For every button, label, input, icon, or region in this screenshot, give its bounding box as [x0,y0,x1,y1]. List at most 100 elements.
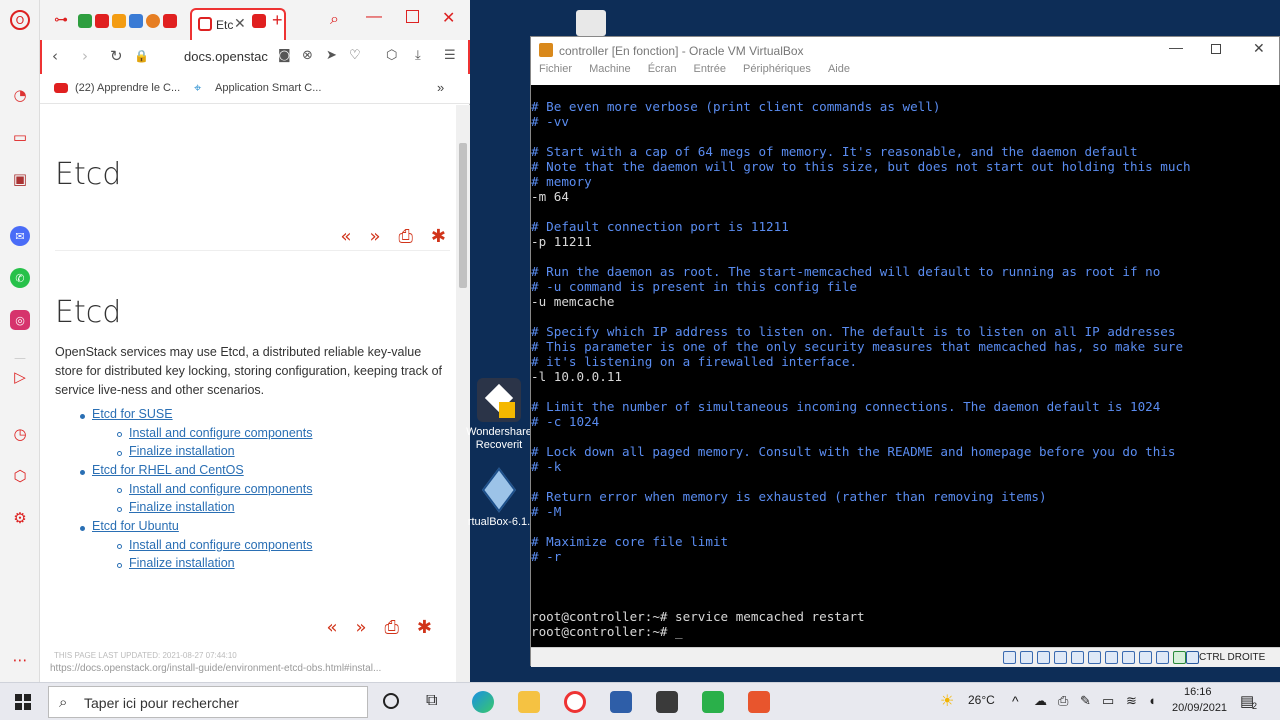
search-box[interactable]: ⌕ Taper ici pour rechercher [48,686,368,718]
toc-link-rhel-install[interactable]: Install and configure components [129,482,312,496]
menu-icon[interactable]: ☰ [444,48,456,64]
toc-link-suse-install[interactable]: Install and configure components [129,426,312,440]
pdf-icon[interactable]: ⎙ [399,226,413,247]
bug-report-icon[interactable]: ✱ [431,226,446,247]
tab-favicon-3[interactable] [112,14,126,28]
snapshot-icon[interactable]: ◙ [278,48,291,64]
clock-date[interactable]: 20/09/2021 [1172,702,1227,714]
volume-icon[interactable]: ◖ [1148,693,1156,708]
vbox-minimize-icon[interactable]: — [1169,39,1183,55]
scroll-thumb[interactable] [459,143,467,288]
bug-report-icon[interactable]: ✱ [417,617,432,638]
toc-link-ubuntu-install[interactable]: Install and configure components [129,538,312,552]
cloud-icon[interactable]: ☁ [1034,693,1047,709]
forward-icon[interactable]: › [82,48,88,64]
bookmarks-more[interactable]: » [437,80,444,95]
status-host-key-icon[interactable] [1186,651,1199,664]
virtualbox-taskbar-icon[interactable] [610,691,632,713]
extensions-icon[interactable]: ⬡ [10,466,30,486]
prev-page-icon[interactable]: « [326,617,337,638]
opera-taskbar-icon[interactable] [564,691,586,713]
tab-favicon-4[interactable] [129,14,143,28]
status-optical-icon[interactable] [1020,651,1033,664]
toc-link-rhel-finalize[interactable]: Finalize installation [129,500,235,514]
back-icon[interactable]: ‹ [52,48,58,64]
settings-icon[interactable]: ⚙ [10,508,30,528]
green-app-icon[interactable] [702,691,724,713]
desktop-file-icon[interactable] [576,10,606,36]
reload-icon[interactable]: ↻ [110,48,123,64]
toc-link-ubuntu[interactable]: Etcd for Ubuntu [92,519,179,533]
twitch-icon[interactable]: ▣ [10,169,30,189]
tab-favicon-6[interactable] [163,14,177,28]
address-field[interactable]: docs.openstac [184,49,268,64]
pdf-icon[interactable]: ⎙ [385,617,399,638]
menu-aide[interactable]: Aide [828,63,850,75]
desktop-icon-virtualbox[interactable]: rtualBox-6.1. [464,467,534,529]
clock-time[interactable]: 16:16 [1184,686,1212,698]
vm-taskbar-icon[interactable] [656,691,678,713]
status-display-icon[interactable] [1105,651,1118,664]
player-icon[interactable]: ▷ [10,367,30,387]
tab-close-icon[interactable]: ✕ [234,15,246,32]
bookmark-youtube[interactable]: (22) Apprendre le C... [75,82,180,94]
menu-ecran[interactable]: Écran [648,63,677,75]
tab-favicon-5[interactable] [146,14,160,28]
next-page-icon[interactable]: » [369,226,380,247]
vbox-close-icon[interactable]: ✕ [1253,40,1265,57]
status-mouse-icon[interactable] [1156,651,1169,664]
messenger-icon[interactable]: ✉ [10,226,30,246]
extension-cube-icon[interactable]: ⬡ [386,48,397,64]
adblock-icon[interactable]: ⊗ [302,48,313,64]
menu-fichier[interactable]: Fichier [539,63,572,75]
start-button[interactable] [15,694,31,710]
edge-icon[interactable] [472,691,494,713]
opera-logo-icon[interactable]: O [10,10,30,30]
gamepad-icon[interactable]: ⊶ [54,12,68,28]
status-audio-icon[interactable] [1037,651,1050,664]
download-icon[interactable]: ⤓ [415,48,421,64]
whatsapp-icon[interactable]: ✆ [10,268,30,288]
menu-peripheriques[interactable]: Périphériques [743,63,811,75]
tab-favicon-youtube[interactable] [95,14,109,28]
pen-icon[interactable]: ✎ [1080,693,1091,709]
orange-app-icon[interactable] [748,691,770,713]
toc-link-ubuntu-finalize[interactable]: Finalize installation [129,556,235,570]
instagram-icon[interactable]: ◎ [10,310,30,330]
toc-link-suse[interactable]: Etcd for SUSE [92,407,173,421]
menu-entree[interactable]: Entrée [694,63,726,75]
tab-favicon-youtube-2[interactable] [252,14,266,28]
status-usb-icon[interactable] [1071,651,1084,664]
heart-icon[interactable]: ♡ [349,48,361,64]
more-icon[interactable]: ⋯ [10,650,30,670]
cortana-icon[interactable] [383,693,399,709]
vbox-maximize-icon[interactable] [1211,44,1221,54]
speed-dial-icon[interactable]: ◔ [10,85,30,105]
meet-icon[interactable]: ⎙ [1058,693,1068,709]
status-hdd-icon[interactable] [1003,651,1016,664]
vm-console[interactable]: # Be even more verbose (print client com… [531,85,1280,647]
toc-link-rhel[interactable]: Etcd for RHEL and CentOS [92,463,244,477]
file-explorer-icon[interactable] [518,691,540,713]
desktop-icon-recoverit[interactable]: Wondershare Recoverit [464,378,534,452]
bookmark-smart[interactable]: Application Smart C... [215,82,321,94]
toc-link-suse-finalize[interactable]: Finalize installation [129,444,235,458]
status-shared-folder-icon[interactable] [1088,651,1101,664]
prev-page-icon[interactable]: « [340,226,351,247]
search-tabs-icon[interactable]: ⌕ [330,9,339,29]
tab-favicon-1[interactable] [78,14,92,28]
task-view-icon[interactable]: ⧉ [426,692,437,710]
wifi-icon[interactable]: ≋ [1126,693,1137,709]
menu-machine[interactable]: Machine [589,63,631,75]
status-vt-icon[interactable] [1139,651,1152,664]
battery-icon[interactable]: ▭ [1102,693,1114,709]
temperature[interactable]: 26°C [968,693,995,707]
show-hidden-icon[interactable]: ^ [1012,693,1019,709]
minimize-icon[interactable]: — [366,8,382,26]
close-window-icon[interactable]: ✕ [442,8,455,28]
status-network-icon[interactable] [1054,651,1067,664]
weather-icon[interactable]: ☀ [940,691,954,711]
history-icon[interactable]: ◷ [10,424,30,444]
status-keyboard-icon[interactable] [1173,651,1186,664]
maximize-icon[interactable] [406,10,419,23]
